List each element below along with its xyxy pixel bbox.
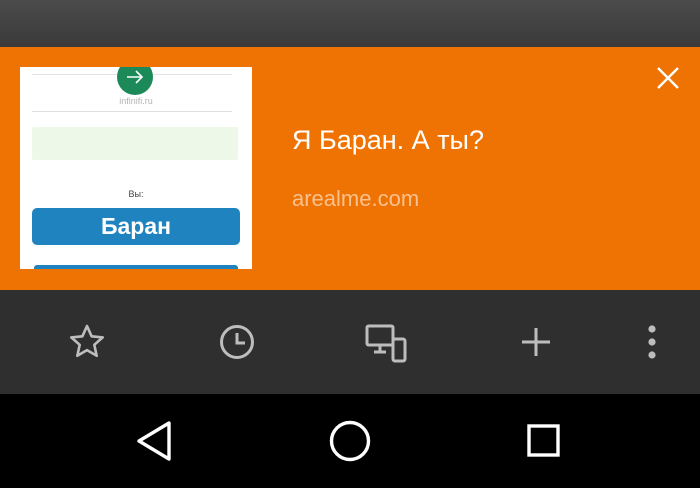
home-button[interactable] [325, 416, 375, 466]
card-url: arealme.com [292, 186, 420, 211]
clock-icon [220, 325, 254, 359]
status-area [0, 0, 700, 47]
more-vertical-icon [648, 325, 656, 359]
recent-tab-card[interactable]: infinifi.ru Вы: Баран Я Баран. А ты? are… [0, 47, 700, 290]
star-icon [70, 324, 104, 358]
bookmarks-button[interactable] [65, 320, 109, 364]
home-circle-icon [329, 420, 371, 462]
close-button[interactable] [649, 59, 687, 97]
more-menu-button[interactable] [630, 320, 674, 364]
thumbnail-rule [32, 111, 232, 112]
thumbnail-second-button [34, 265, 238, 269]
thumbnail-panel [32, 127, 238, 160]
back-button[interactable] [130, 416, 180, 466]
arrow-circle-icon [117, 67, 153, 95]
plus-icon [522, 328, 550, 356]
recents-square-icon [527, 424, 560, 457]
back-triangle-icon [137, 421, 171, 461]
card-title[interactable]: Я Баран. А ты? [292, 125, 484, 156]
system-nav-bar [0, 394, 700, 488]
thumbnail-you-label: Вы: [128, 189, 144, 199]
thumbnail-site: infinifi.ru [119, 96, 153, 106]
bottom-toolbar [0, 290, 700, 394]
devices-icon [365, 324, 407, 363]
history-button[interactable] [215, 320, 259, 364]
close-icon [657, 67, 679, 89]
devices-button[interactable] [364, 320, 408, 364]
recents-button[interactable] [519, 416, 569, 466]
new-tab-button[interactable] [514, 320, 558, 364]
page-thumbnail[interactable]: infinifi.ru Вы: Баран [20, 67, 252, 269]
thumbnail-answer-button: Баран [32, 208, 240, 245]
